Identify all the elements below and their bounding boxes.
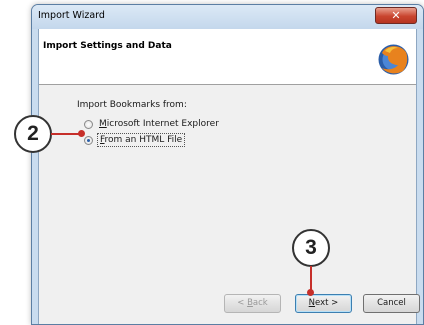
step-3-callout: 3	[292, 229, 330, 267]
next-button[interactable]: Next >	[295, 294, 352, 313]
page-title: Import Settings and Data	[43, 41, 172, 51]
option-label: Microsoft Internet Explorer	[99, 119, 219, 129]
step-2-connector	[51, 133, 81, 135]
firefox-logo-icon	[378, 44, 409, 75]
back-button[interactable]: < Back	[224, 294, 281, 313]
radio-internet-explorer[interactable]	[84, 119, 93, 129]
title-bar[interactable]: Import Wizard ✕	[32, 5, 423, 29]
step-2-callout: 2	[14, 115, 52, 153]
close-button[interactable]: ✕	[375, 7, 417, 24]
import-bookmarks-label: Import Bookmarks from:	[77, 100, 187, 110]
option-label: From an HTML File	[97, 133, 186, 147]
import-wizard-window: Import Wizard ✕ Import Settings and Data…	[31, 4, 424, 325]
cancel-button[interactable]: Cancel	[363, 294, 420, 313]
import-options-panel: Import Bookmarks from: Microsoft Interne…	[39, 85, 416, 299]
wizard-header: Import Settings and Data	[39, 29, 416, 85]
wizard-client-area: Import Settings and Data Import Bookmark…	[38, 29, 420, 324]
close-icon: ✕	[391, 9, 401, 22]
window-title: Import Wizard	[38, 10, 105, 21]
option-internet-explorer[interactable]: Microsoft Internet Explorer	[84, 118, 221, 130]
step-2-marker	[78, 130, 85, 137]
radio-html-file[interactable]	[84, 135, 93, 145]
option-html-file[interactable]: From an HTML File	[84, 133, 186, 147]
step-3-marker	[307, 289, 314, 296]
